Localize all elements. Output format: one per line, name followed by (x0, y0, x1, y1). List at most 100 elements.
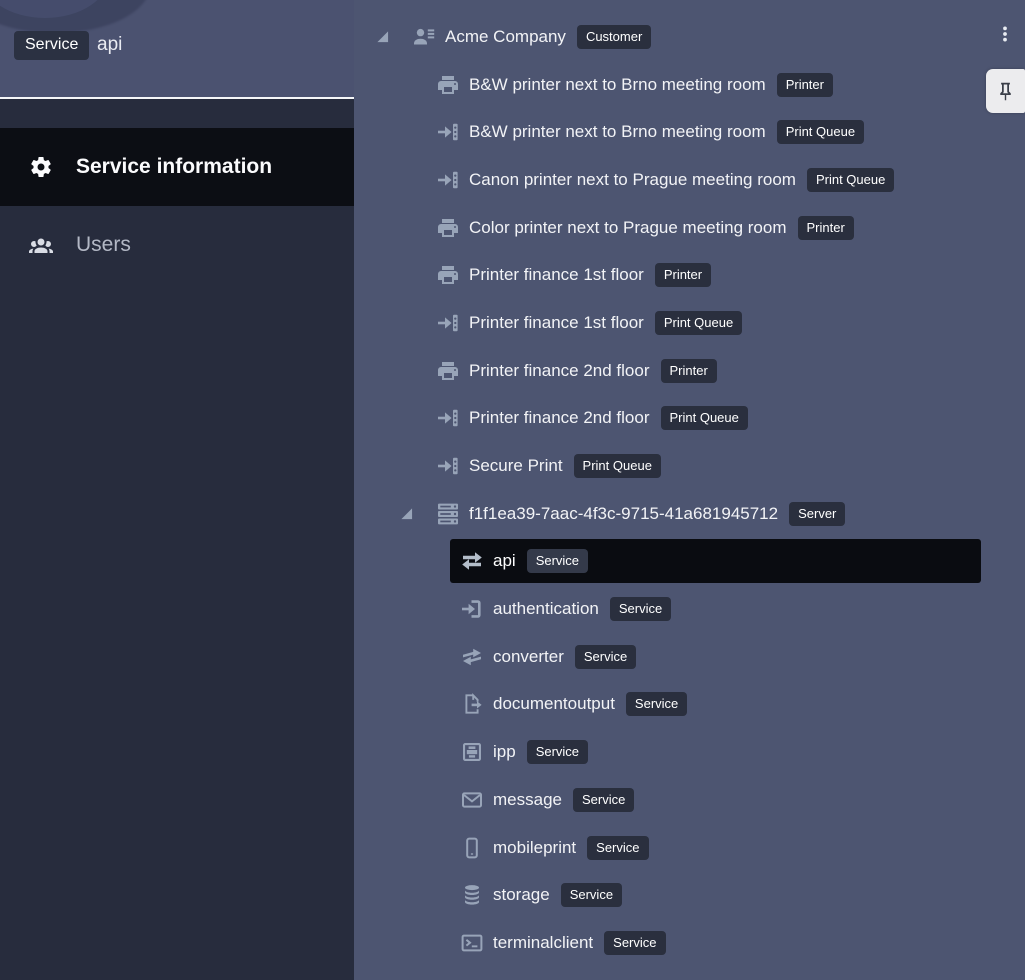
tree-item[interactable]: B&W printer next to Brno meeting room Pr… (354, 108, 1025, 156)
pin-button[interactable] (986, 69, 1025, 113)
tree-item[interactable]: mobileprint Service (354, 824, 1025, 872)
sidebar-nav: Service information Users (0, 99, 354, 284)
type-badge: Service (573, 788, 634, 812)
tree-item-label: Acme Company (445, 27, 566, 47)
tree-item[interactable]: documentoutput Service (354, 681, 1025, 729)
type-badge: Service (587, 836, 648, 860)
tree-item[interactable]: storage Service (354, 871, 1025, 919)
tree-item-label: ipp (493, 742, 516, 762)
tree-item[interactable]: Secure Print Print Queue (354, 442, 1025, 490)
converter-arrows-icon (460, 645, 484, 669)
tree-item[interactable]: f1f1ea39-7aac-4f3c-9715-41a681945712 Ser… (354, 490, 1025, 538)
type-badge: Print Queue (661, 406, 748, 430)
tree-item-label: mobileprint (493, 838, 576, 858)
type-badge: Print Queue (777, 120, 864, 144)
tree-item-label: B&W printer next to Brno meeting room (469, 122, 766, 142)
type-badge: Printer (661, 359, 717, 383)
tree-item-label: Secure Print (469, 456, 563, 476)
type-badge: Print Queue (807, 168, 894, 192)
users-icon (29, 233, 53, 257)
tree-item[interactable]: Color printer next to Prague meeting roo… (354, 204, 1025, 252)
tree-item-label: Canon printer next to Prague meeting roo… (469, 170, 796, 190)
print-queue-icon (436, 311, 460, 335)
tree-item-label: api (493, 551, 516, 571)
database-icon (460, 883, 484, 907)
type-badge: Print Queue (574, 454, 661, 478)
type-badge: Print Queue (655, 311, 742, 335)
printer-box-icon (460, 740, 484, 764)
tree-item[interactable]: Acme Company Customer (354, 13, 1025, 61)
type-badge: Service (527, 549, 588, 573)
type-badge: Service (610, 597, 671, 621)
sidebar-item-label: Users (76, 233, 131, 257)
server-icon (436, 502, 460, 526)
print-queue-icon (436, 454, 460, 478)
tree-item[interactable]: Canon printer next to Prague meeting roo… (354, 156, 1025, 204)
printer-icon (436, 263, 460, 287)
tree-item-label: storage (493, 885, 550, 905)
sidebar-header: Service api (0, 0, 354, 99)
tree-item[interactable]: authentication Service (354, 585, 1025, 633)
smartphone-icon (460, 836, 484, 860)
type-badge: Printer (777, 73, 833, 97)
login-icon (460, 597, 484, 621)
tree-item[interactable]: Printer finance 2nd floor Print Queue (354, 395, 1025, 443)
swap-horizontal-icon (460, 549, 484, 573)
customer-icon (412, 25, 436, 49)
tree-item-label: Color printer next to Prague meeting roo… (469, 218, 787, 238)
type-badge: Printer (798, 216, 854, 240)
kebab-menu-icon (996, 20, 1014, 48)
tree-item[interactable]: message Service (354, 776, 1025, 824)
file-export-icon (460, 692, 484, 716)
tree-item[interactable]: ipp Service (354, 728, 1025, 776)
print-queue-icon (436, 168, 460, 192)
type-badge: Service (604, 931, 665, 955)
tree-item-label: Printer finance 1st floor (469, 313, 644, 333)
app-window: Service api Service information Users Ac… (0, 0, 1025, 980)
object-tree[interactable]: Acme Company Customer B&W printer next t… (354, 0, 1025, 967)
expander-icon[interactable] (400, 507, 436, 520)
type-badge: Server (789, 502, 845, 526)
printer-icon (436, 216, 460, 240)
tree-item[interactable]: api Service (354, 538, 1025, 586)
type-badge: Service (527, 740, 588, 764)
type-badge: Service (626, 692, 687, 716)
tree-pane: Acme Company Customer B&W printer next t… (354, 0, 1025, 980)
envelope-icon (460, 788, 484, 812)
tree-item-label: documentoutput (493, 694, 615, 714)
tree-item[interactable]: terminalclient Service (354, 919, 1025, 967)
tree-item-label: B&W printer next to Brno meeting room (469, 75, 766, 95)
object-name: api (97, 34, 122, 56)
tree-item-label: f1f1ea39-7aac-4f3c-9715-41a681945712 (469, 504, 778, 524)
object-type-chip: Service (14, 31, 89, 60)
pin-icon (995, 81, 1016, 102)
tree-item[interactable]: Printer finance 1st floor Printer (354, 251, 1025, 299)
print-queue-icon (436, 406, 460, 430)
tree-item-label: message (493, 790, 562, 810)
tree-item-label: Printer finance 2nd floor (469, 408, 650, 428)
sidebar-item-service-information[interactable]: Service information (0, 128, 354, 206)
tree-item-label: authentication (493, 599, 599, 619)
type-badge: Service (561, 883, 622, 907)
gear-icon (29, 155, 53, 179)
sidebar-item-label: Service information (76, 155, 272, 179)
tree-item-label: Printer finance 2nd floor (469, 361, 650, 381)
type-badge: Customer (577, 25, 651, 49)
type-badge: Service (575, 645, 636, 669)
tree-item-label: converter (493, 647, 564, 667)
sidebar: Service api Service information Users (0, 0, 354, 980)
tree-item-label: terminalclient (493, 933, 593, 953)
type-badge: Printer (655, 263, 711, 287)
printer-icon (436, 73, 460, 97)
expander-icon[interactable] (376, 30, 412, 43)
terminal-icon (460, 931, 484, 955)
tree-item[interactable]: B&W printer next to Brno meeting room Pr… (354, 61, 1025, 109)
tree-item[interactable]: Printer finance 1st floor Print Queue (354, 299, 1025, 347)
printer-icon (436, 359, 460, 383)
print-queue-icon (436, 120, 460, 144)
tree-item[interactable]: Printer finance 2nd floor Printer (354, 347, 1025, 395)
overflow-menu-button[interactable] (996, 19, 1014, 49)
tree-item-label: Printer finance 1st floor (469, 265, 644, 285)
sidebar-item-users[interactable]: Users (0, 206, 354, 284)
tree-item[interactable]: converter Service (354, 633, 1025, 681)
